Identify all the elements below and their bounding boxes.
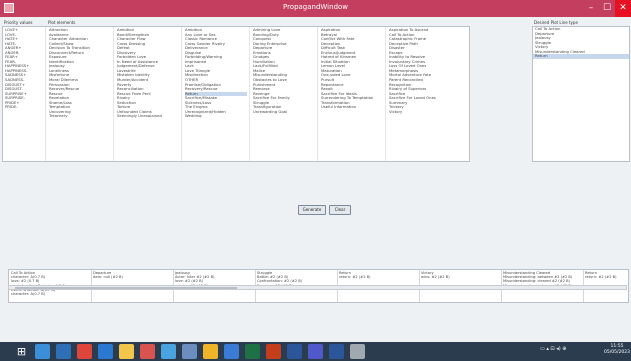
- output-line: Misunderstanding: cleared #2 (#2 B): [503, 279, 571, 284]
- output-column-return-final: Return return: #2 (#2 B): [585, 271, 617, 279]
- output-column-return: Return return: #2 (#2 B): [339, 271, 371, 279]
- generate-button[interactable]: Generate: [298, 205, 326, 215]
- store-icon[interactable]: [56, 344, 71, 359]
- maximize-button[interactable]: ☐: [599, 0, 615, 17]
- priority-values-header: Priority values: [4, 20, 33, 25]
- plot-line-item[interactable]: Return: [533, 54, 629, 59]
- desired-plot-line-header: Desired Plot Line type: [534, 20, 578, 25]
- chrome-icon[interactable]: [77, 344, 92, 359]
- app-icon[interactable]: [350, 344, 365, 359]
- list-item[interactable]: PRIDE-: [5, 105, 29, 110]
- output-line: wins: #2 (#2 B): [421, 275, 450, 280]
- powerpoint-icon[interactable]: [266, 344, 281, 359]
- plot-element-column-3[interactable]: Ambition Any Love or Sex Classic Romance Cr…: [185, 28, 247, 119]
- column-divider: [385, 27, 386, 161]
- start-icon[interactable]: ⊞: [14, 344, 29, 359]
- clock-date: 05/05/2023: [604, 350, 630, 355]
- excel-icon[interactable]: [245, 344, 260, 359]
- plot-elements-list[interactable]: LOVE+ LOVE- HATE+ HATE- ANGER+ ANGER- FEAR+ FEA…: [2, 26, 470, 162]
- window-body: Priority values Plot elements Desired Pl…: [0, 17, 631, 342]
- list-item[interactable]: Wedding: [185, 114, 247, 119]
- teams-icon[interactable]: [308, 344, 323, 359]
- column-divider: [181, 27, 182, 161]
- settings-icon[interactable]: [182, 344, 197, 359]
- files-icon[interactable]: [119, 344, 134, 359]
- title-bar: PropagandWindow – ☐ ✕: [0, 0, 631, 17]
- plot-element-column-6[interactable]: Aspiration To Ascend Call To Action Catast…: [389, 28, 467, 114]
- column-divider: [45, 27, 46, 161]
- plot-element-column-1[interactable]: Attraction Avoidance Character Attraction C…: [49, 28, 111, 119]
- plot-element-column-2[interactable]: Ambition Bond/Strengthen Character Flaw Cro…: [117, 28, 179, 119]
- output-line: return: #2 (#2 B): [339, 275, 371, 280]
- list-item[interactable]: Useful Information: [321, 105, 383, 110]
- list-item[interactable]: Victory: [389, 110, 467, 115]
- photos-icon[interactable]: [161, 344, 176, 359]
- word-icon[interactable]: [287, 344, 302, 359]
- taskbar: ⊞ ▭ ▴ ⊡ ◂) ⊕ 11:55 05/05/2023: [0, 342, 631, 361]
- word2-icon[interactable]: [329, 344, 344, 359]
- clear-button[interactable]: Clear: [329, 205, 351, 215]
- tray-icons[interactable]: ▭ ▴ ⊡ ◂) ⊕: [540, 346, 566, 352]
- output-line: return: #2 (#2 B): [585, 275, 617, 280]
- output-column-departure: Departure item: null (#2 B): [93, 271, 123, 279]
- media-icon[interactable]: [140, 344, 155, 359]
- mail-icon[interactable]: [98, 344, 113, 359]
- column-divider: [317, 27, 318, 161]
- camera-icon[interactable]: [224, 344, 239, 359]
- output-line: item: null (#2 B): [93, 275, 123, 280]
- priority-values-column[interactable]: LOVE+ LOVE- HATE+ HATE- ANGER+ ANGER- FEAR+ FEA…: [5, 28, 29, 110]
- list-item[interactable]: Treachery: [49, 114, 111, 119]
- output-column-victory: Victory wins: #2 (#2 B): [421, 271, 450, 279]
- scrollbar-thumb[interactable]: [15, 287, 237, 289]
- list-item[interactable]: Unrewarding Goal: [253, 110, 315, 115]
- desired-plot-line-list[interactable]: Call To Action Departure Jealousy Struggle V…: [532, 26, 630, 162]
- edge-icon[interactable]: [35, 344, 50, 359]
- close-button[interactable]: ✕: [615, 0, 631, 17]
- plot-element-column-4[interactable]: Admiring Love Bonding/Duty Conquest Daring …: [253, 28, 315, 114]
- column-divider: [113, 27, 114, 161]
- output-column-call-to-action: Call To Action character: A(0.7 B) love: #…: [11, 271, 66, 296]
- minimize-button[interactable]: –: [583, 0, 599, 17]
- output-line: Confrontation: #2 (#2 B): [257, 279, 303, 284]
- explorer-icon[interactable]: [203, 344, 218, 359]
- column-divider: [249, 27, 250, 161]
- plot-elements-header: Plot elements: [48, 20, 76, 25]
- plot-element-column-5[interactable]: Aspiration Betrayal Conflict With Fate Dece…: [321, 28, 383, 110]
- horizontal-scrollbar[interactable]: [8, 285, 627, 290]
- output-line: character: A(0.7 B): [11, 292, 46, 297]
- list-item[interactable]: Seemingly Unexplained: [117, 114, 179, 119]
- clock[interactable]: 11:55 05/05/2023: [604, 344, 630, 356]
- window-title: PropagandWindow: [282, 3, 349, 11]
